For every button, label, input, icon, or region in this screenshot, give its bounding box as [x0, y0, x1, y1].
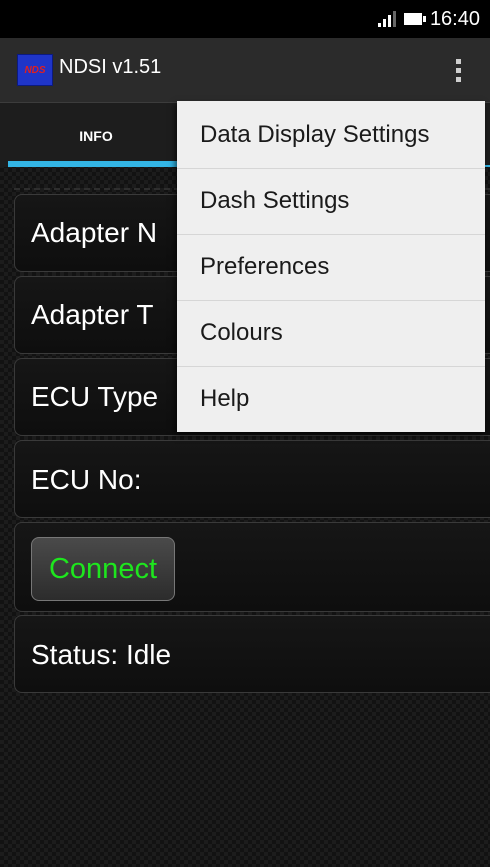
menu-item-label: Colours [200, 319, 283, 346]
menu-item-data-display-settings[interactable]: Data Display Settings [177, 103, 485, 169]
status-row: Status: Idle [14, 615, 490, 693]
ecu-no-row: ECU No: [14, 440, 490, 518]
ecu-type-label: ECU Type [31, 381, 159, 412]
menu-item-label: Preferences [200, 253, 330, 280]
status-indicators: 16:40 [377, 0, 480, 38]
status-bar: 16:40 [0, 0, 490, 38]
ecu-no-label: ECU No: [31, 464, 142, 495]
overflow-menu-icon[interactable] [452, 52, 464, 88]
tab-info-label: INFO [79, 128, 113, 144]
menu-item-label: Data Display Settings [200, 121, 430, 148]
app-title: NDSI v1.51 [59, 56, 162, 78]
menu-item-label: Dash Settings [200, 187, 350, 214]
app-screen: 16:40 NDS NDSI v1.51 INFO Adapter N Adap… [0, 0, 490, 867]
connect-button[interactable]: Connect [31, 537, 175, 601]
menu-item-preferences[interactable]: Preferences [177, 235, 485, 301]
adapter-name-label: Adapter N [31, 217, 158, 248]
status-time: 16:40 [429, 7, 480, 30]
signal-icon [377, 11, 396, 27]
menu-item-colours[interactable]: Colours [177, 301, 485, 367]
overflow-popup-menu: Data Display Settings Dash Settings Pref… [177, 101, 485, 432]
menu-item-dash-settings[interactable]: Dash Settings [177, 169, 485, 235]
app-logo-icon: NDS [17, 54, 53, 86]
menu-item-label: Help [200, 385, 250, 412]
connect-row: Connect [14, 522, 490, 612]
tab-info[interactable]: INFO [8, 103, 184, 167]
status-label: Status: Idle [31, 639, 172, 670]
battery-icon [403, 13, 426, 25]
action-bar: NDS NDSI v1.51 [0, 38, 490, 103]
adapter-type-label: Adapter T [31, 299, 154, 330]
tab-selected-indicator [8, 161, 184, 167]
menu-item-help[interactable]: Help [177, 367, 485, 433]
